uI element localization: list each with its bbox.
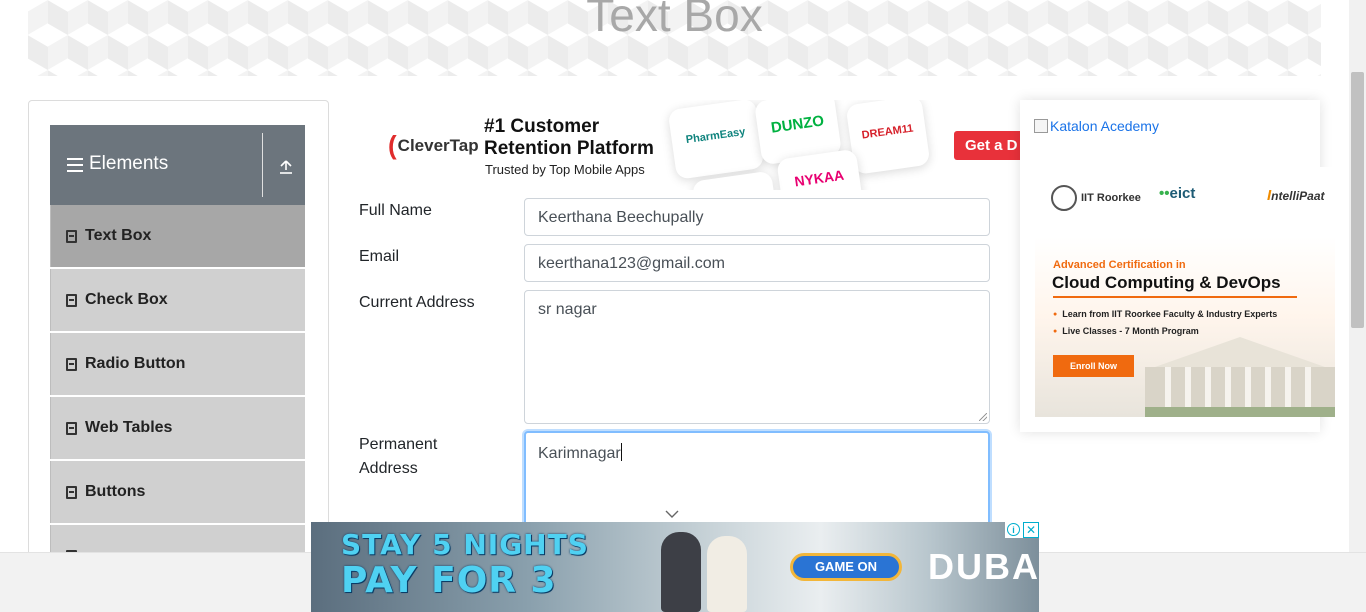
dubai-ad-banner[interactable]: STAY 5 NIGHTS PAY FOR 3 GAME ON DUBAI (311, 522, 1039, 612)
sidebar-item-check-box[interactable]: Check Box (50, 269, 305, 331)
chevron-down-icon[interactable] (665, 509, 679, 519)
ad-headline: #1 Customer Retention Platform (484, 116, 654, 159)
ad-line-1: STAY 5 NIGHTS (341, 528, 589, 561)
sidebar-item-label: Check Box (85, 291, 168, 308)
html5-icon (66, 294, 77, 307)
pharmeasy-tile: PharmEasy (667, 100, 765, 180)
sidebar-item-radio-button[interactable]: Radio Button (50, 333, 305, 395)
scrollbar-thumb[interactable] (1351, 72, 1364, 328)
textarea-resize-grip[interactable] (979, 413, 987, 421)
ad-subline: Trusted by Top Mobile Apps (485, 162, 645, 177)
person-figure (707, 536, 747, 612)
email-value: keerthana123@gmail.com (538, 255, 726, 272)
current-address-textarea[interactable]: sr nagar (524, 290, 990, 424)
ad-kicker: Advanced Certification in (1053, 259, 1186, 271)
html5-icon (66, 358, 77, 371)
game-on-button[interactable]: GAME ON (790, 553, 902, 581)
katalon-ad-link[interactable]: Katalon Acedemy (1034, 118, 1159, 134)
email-input[interactable]: keerthana123@gmail.com (524, 244, 990, 282)
elements-menu-list: Text Box Check Box Radio Button Web Tabl… (50, 205, 305, 589)
email-label: Email (359, 248, 400, 265)
sidebar-item-buttons[interactable]: Buttons (50, 461, 305, 523)
elements-group-header[interactable]: Elements (50, 125, 305, 205)
sidebar-item-label: Text Box (85, 227, 152, 244)
close-icon[interactable]: ✕ (1023, 522, 1039, 538)
broken-image-icon (1034, 119, 1048, 133)
html5-icon (66, 422, 77, 435)
hamburger-icon (67, 158, 83, 172)
full-name-input[interactable]: Keerthana Beechupally (524, 198, 990, 236)
ad-info-icon[interactable]: i (1007, 523, 1020, 536)
clevertap-logo: (CleverTap (388, 130, 479, 160)
current-address-label: Current Address (359, 294, 475, 311)
upload-arrow-icon[interactable] (278, 159, 294, 175)
full-name-label: Full Name (359, 202, 432, 219)
enroll-now-button[interactable]: Enroll Now (1053, 355, 1134, 377)
sidebar-item-text-box[interactable]: Text Box (50, 205, 305, 267)
dubai-logo: DUBAI (928, 546, 1039, 587)
text-caret (620, 443, 622, 461)
html5-icon (66, 230, 77, 243)
current-address-value: sr nagar (538, 301, 597, 318)
intellipaat-logo: IntelliPaat (1267, 187, 1325, 204)
iit-roorkee-logo: IIT Roorkee (1051, 185, 1141, 211)
clevertap-ad-banner[interactable]: (CleverTap #1 Customer Retention Platfor… (354, 100, 1020, 190)
page-scrollbar[interactable] (1349, 0, 1366, 552)
permanent-address-label-line2: Address (359, 460, 418, 477)
html5-icon (66, 486, 77, 499)
ad-line-2: PAY FOR 3 (341, 560, 557, 601)
dream11-tile: DREAM11 (845, 100, 931, 175)
ad-choices-controls: i ✕ (1005, 522, 1039, 538)
sidebar-item-label: Buttons (85, 483, 146, 500)
full-name-value: Keerthana Beechupally (538, 209, 704, 226)
eict-logo: ••eict (1159, 185, 1196, 202)
sidebar-item-web-tables[interactable]: Web Tables (50, 397, 305, 459)
header-divider (262, 133, 263, 197)
sidebar-item-label: Radio Button (85, 355, 186, 372)
permanent-address-value: Karimnagar (538, 443, 622, 462)
ad-title-underline (1053, 296, 1297, 298)
sidebar-item-label: Web Tables (85, 419, 173, 436)
group-label: Elements (89, 153, 169, 174)
iit-seal-icon (1051, 185, 1077, 211)
page-header-banner: Text Box (28, 0, 1321, 76)
get-a-demo-button[interactable]: Get a D (954, 131, 1020, 160)
page-title: Text Box (586, 0, 763, 41)
person-figure (661, 532, 701, 612)
ad-course-title: Cloud Computing & DevOps (1052, 273, 1281, 292)
permanent-address-label-line1: Permanent (359, 436, 438, 453)
building-illustration (1145, 337, 1335, 417)
iit-roorkee-ad[interactable]: IIT Roorkee ••eict IntelliPaat Advanced … (1035, 167, 1335, 417)
